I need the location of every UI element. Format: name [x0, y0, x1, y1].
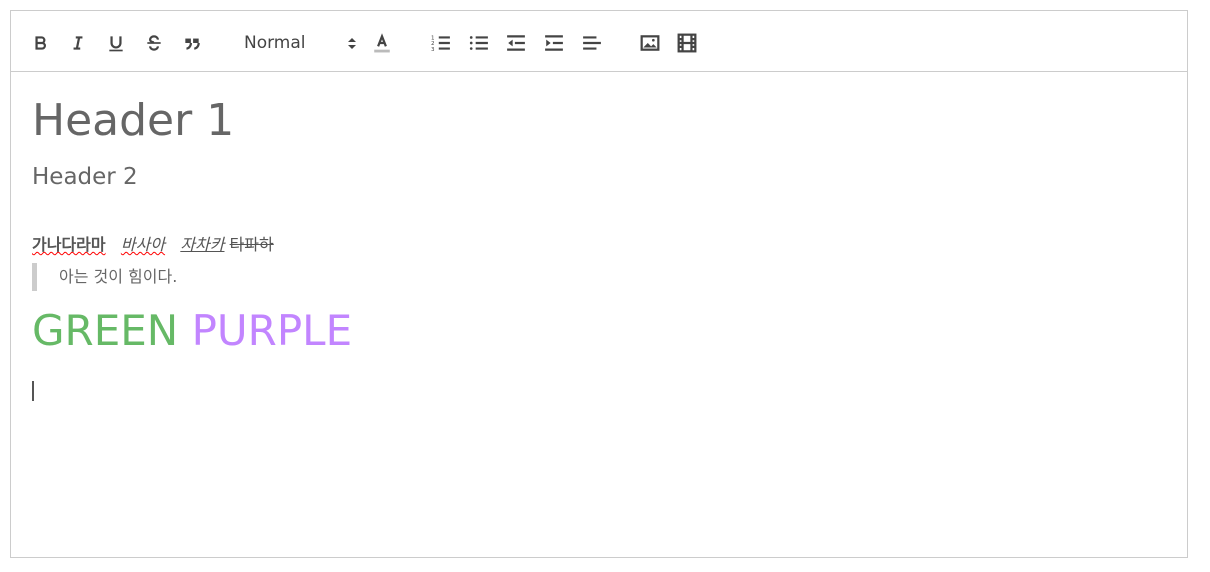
- header-picker-label: Normal: [244, 33, 306, 53]
- video-icon: [677, 33, 697, 53]
- blockquote-button[interactable]: [182, 33, 202, 53]
- underline-text: 자차카: [180, 235, 225, 254]
- italic-icon: [73, 36, 83, 50]
- header-1: Header 1: [32, 95, 235, 146]
- strike-button[interactable]: [144, 33, 164, 53]
- align-button[interactable]: [582, 33, 602, 53]
- ordered-list-button[interactable]: 123: [431, 33, 451, 53]
- blockquote: 아는 것이 힘이다.: [32, 263, 177, 291]
- colored-text-line: GREEN PURPLE: [32, 306, 352, 355]
- image-button[interactable]: [640, 33, 660, 53]
- quote-icon: [185, 38, 200, 50]
- green-text: GREEN: [32, 306, 179, 355]
- strike-text: 타파하: [229, 235, 274, 254]
- color-button[interactable]: [372, 33, 392, 53]
- italic-button[interactable]: [68, 33, 88, 53]
- align-left-icon: [583, 36, 601, 50]
- underline-icon: [109, 36, 123, 52]
- header-2: Header 2: [32, 164, 138, 190]
- toolbar: Normal 123: [11, 11, 1187, 72]
- italic-text: 바사아: [120, 235, 166, 254]
- up-down-arrows-icon: [348, 38, 356, 49]
- outdent-button[interactable]: [506, 33, 526, 53]
- text-caret: [32, 381, 34, 401]
- indent-button[interactable]: [544, 33, 564, 53]
- header-picker[interactable]: Normal: [241, 31, 357, 55]
- underline-button[interactable]: [106, 33, 126, 53]
- bullet-list-icon: [469, 36, 488, 50]
- purple-text: PURPLE: [191, 306, 353, 355]
- strikethrough-icon: [147, 35, 161, 51]
- video-button[interactable]: [677, 33, 697, 53]
- text-color-icon: [374, 33, 390, 53]
- svg-text:3: 3: [431, 47, 435, 53]
- outdent-icon: [507, 35, 525, 51]
- bold-text: 가나다라마: [32, 235, 106, 254]
- formatted-text-line: 가나다라마 바사아 자차카 타파하: [32, 231, 274, 255]
- bullet-list-button[interactable]: [469, 33, 489, 53]
- image-icon: [640, 35, 660, 51]
- ordered-list-icon: 123: [431, 36, 450, 53]
- bold-icon: [35, 36, 46, 50]
- bold-button[interactable]: [31, 33, 51, 53]
- indent-icon: [545, 35, 563, 51]
- rich-text-editor: Normal 123 Header 1 Header 2 가나다라마 바사아 자…: [10, 10, 1188, 558]
